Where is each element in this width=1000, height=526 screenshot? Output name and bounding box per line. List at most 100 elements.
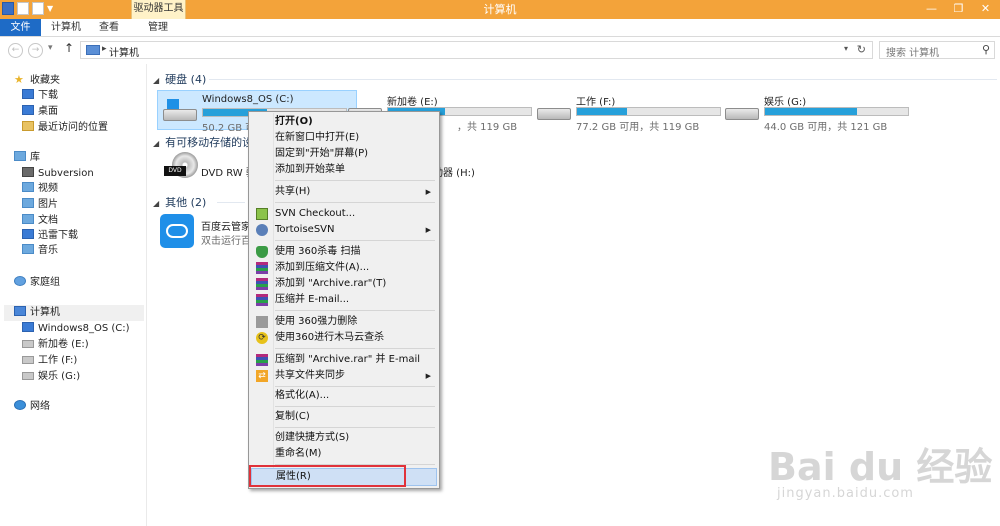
new-folder-icon[interactable]	[32, 2, 44, 15]
sidebar-item-label: 音乐	[38, 245, 58, 256]
group-divider	[217, 202, 245, 203]
menu-item-tortoisesvn[interactable]: TortoiseSVN ▶	[251, 222, 437, 238]
menu-item-add-to-archive-rar[interactable]: 添加到 "Archive.rar"(T)	[251, 276, 437, 292]
drive-tile-f[interactable]: 工作 (F:) 77.2 GB 可用，共 119 GB	[532, 90, 732, 133]
menu-item-format[interactable]: 格式化(A)...	[251, 388, 437, 404]
menu-item-360-scan[interactable]: 使用 360杀毒 扫描	[251, 244, 437, 260]
refresh-icon[interactable]: ↻	[857, 43, 866, 56]
sidebar-item-desktop[interactable]: 桌面	[22, 105, 58, 119]
quick-access-toolbar: ▼	[2, 2, 53, 15]
up-button[interactable]: ↑	[64, 41, 74, 55]
menu-item-rename[interactable]: 重命名(M)	[251, 446, 437, 462]
menu-item-open-new-window[interactable]: 在新窗口中打开(E)	[251, 130, 437, 146]
menu-item-label: 共享文件夹同步	[275, 370, 345, 381]
back-button[interactable]: ←	[8, 43, 23, 58]
sidebar-item-label: 图片	[38, 199, 58, 210]
sidebar-item-music[interactable]: 音乐	[22, 244, 58, 258]
sidebar-homegroup[interactable]: 家庭组	[14, 276, 60, 290]
sidebar-item-label: Subversion	[38, 168, 94, 179]
submenu-arrow-icon: ▶	[425, 188, 431, 196]
search-icon[interactable]: ⚲	[982, 43, 990, 56]
menu-item-360-shred[interactable]: 使用 360强力删除	[251, 314, 437, 330]
sidebar-item-label: 网络	[30, 401, 50, 412]
menu-item-create-shortcut[interactable]: 创建快捷方式(S)	[251, 430, 437, 446]
tab-file[interactable]: 文件	[0, 19, 41, 36]
menu-item-add-to-archive[interactable]: 添加到压缩文件(A)...	[251, 260, 437, 276]
computer-icon[interactable]	[2, 2, 14, 15]
sidebar-item-videos[interactable]: 视频	[22, 182, 58, 196]
menu-item-share[interactable]: 共享(H) ▶	[251, 184, 437, 200]
close-button[interactable]: ✕	[972, 0, 999, 19]
star-icon: ★	[14, 73, 24, 86]
collapse-chevron-icon: ◢	[153, 139, 160, 148]
minimize-button[interactable]: —	[918, 0, 945, 19]
sidebar-network[interactable]: 网络	[14, 400, 50, 414]
sidebar-item-subversion[interactable]: Subversion	[22, 167, 94, 181]
context-menu: 打开(O) 在新窗口中打开(E) 固定到"开始"屏幕(P) 添加到开始菜单 共享…	[248, 111, 440, 489]
menu-separator	[275, 240, 435, 241]
sidebar-computer[interactable]: 计算机	[14, 306, 60, 320]
sidebar-libraries-header[interactable]: 库	[14, 151, 40, 165]
sidebar-item-pictures[interactable]: 图片	[22, 198, 58, 212]
menu-item-label: 共享(H)	[275, 186, 311, 197]
submenu-arrow-icon: ▶	[425, 372, 431, 380]
properties-icon[interactable]	[17, 2, 29, 15]
menu-separator	[275, 427, 435, 428]
search-input[interactable]: 搜索 计算机 ⚲	[879, 41, 995, 59]
menu-separator	[275, 464, 435, 465]
tab-manage[interactable]: 管理	[136, 19, 180, 36]
pictures-library-icon	[22, 198, 34, 208]
breadcrumb-separator-icon[interactable]: ▸	[102, 44, 107, 54]
sidebar-item-drive-g[interactable]: 娱乐 (G:)	[22, 370, 80, 384]
menu-separator	[275, 310, 435, 311]
winrar-icon	[256, 354, 268, 366]
customize-toolbar-chevron-icon[interactable]: ▼	[47, 2, 53, 15]
sidebar-item-label: 最近访问的位置	[38, 122, 108, 133]
drive-free-space: 77.2 GB 可用，共 119 GB	[576, 122, 700, 133]
forward-button[interactable]: →	[28, 43, 43, 58]
drive-tile-g[interactable]: 娱乐 (G:) 44.0 GB 可用，共 121 GB	[720, 90, 920, 133]
menu-separator	[275, 406, 435, 407]
sidebar-item-drive-e[interactable]: 新加卷 (E:)	[22, 338, 89, 352]
menu-item-label: 在新窗口中打开(E)	[275, 132, 360, 143]
baidu-cloud-icon	[160, 214, 194, 248]
winrar-icon	[256, 278, 268, 290]
winrar-icon	[256, 262, 268, 274]
address-dropdown-chevron-icon[interactable]: ▾	[844, 44, 848, 53]
sidebar-item-label: 视频	[38, 183, 58, 194]
menu-item-folder-sync[interactable]: ⇄ 共享文件夹同步 ▶	[251, 368, 437, 384]
menu-item-add-to-start-menu[interactable]: 添加到开始菜单	[251, 162, 437, 178]
menu-item-compress-rar-email[interactable]: 压缩到 "Archive.rar" 并 E-mail	[251, 352, 437, 368]
menu-item-properties[interactable]: 属性(R)	[251, 468, 437, 486]
submenu-arrow-icon: ▶	[425, 226, 431, 234]
tab-computer[interactable]: 计算机	[44, 19, 88, 36]
breadcrumb-computer[interactable]: 计算机	[109, 44, 139, 59]
sidebar-item-downloads[interactable]: 下载	[22, 89, 58, 103]
group-header-removable[interactable]: ◢ 有可移动存储的设	[153, 134, 253, 150]
menu-item-pin-to-start[interactable]: 固定到"开始"屏幕(P)	[251, 146, 437, 162]
menu-item-label: 固定到"开始"屏幕(P)	[275, 148, 369, 159]
menu-item-open[interactable]: 打开(O)	[251, 114, 437, 130]
sidebar-item-documents[interactable]: 文档	[22, 214, 58, 228]
menu-item-360-trojan-scan[interactable]: ⟳ 使用360进行木马云查杀	[251, 330, 437, 346]
sidebar-favorites-header[interactable]: ★ 收藏夹	[14, 73, 60, 87]
menu-separator	[275, 348, 435, 349]
group-divider	[209, 79, 997, 80]
group-header-other[interactable]: ◢ 其他 (2)	[153, 194, 206, 210]
menu-item-svn-checkout[interactable]: SVN Checkout...	[251, 206, 437, 222]
downloads-folder-icon	[22, 89, 34, 99]
maximize-button[interactable]: ❐	[945, 0, 972, 19]
sidebar-item-drive-f[interactable]: 工作 (F:)	[22, 354, 77, 368]
address-input[interactable]: ▸ 计算机 ▾ ↻	[80, 41, 873, 59]
collapse-chevron-icon: ◢	[153, 76, 160, 85]
group-header-hard-drives[interactable]: ◢ 硬盘 (4)	[153, 71, 206, 87]
recent-locations-chevron-icon[interactable]: ▾	[48, 43, 53, 53]
sidebar-item-xunlei[interactable]: 迅雷下载	[22, 229, 78, 243]
arrow-up-icon: ↑	[64, 41, 75, 55]
menu-item-copy[interactable]: 复制(C)	[251, 409, 437, 425]
menu-item-compress-email[interactable]: 压缩并 E-mail...	[251, 292, 437, 308]
tab-view[interactable]: 查看	[90, 19, 128, 36]
sidebar-item-drive-c[interactable]: Windows8_OS (C:)	[22, 322, 130, 336]
ribbon-tabs: 文件 计算机 查看 管理	[0, 19, 1000, 37]
sidebar-item-recent[interactable]: 最近访问的位置	[22, 121, 108, 135]
